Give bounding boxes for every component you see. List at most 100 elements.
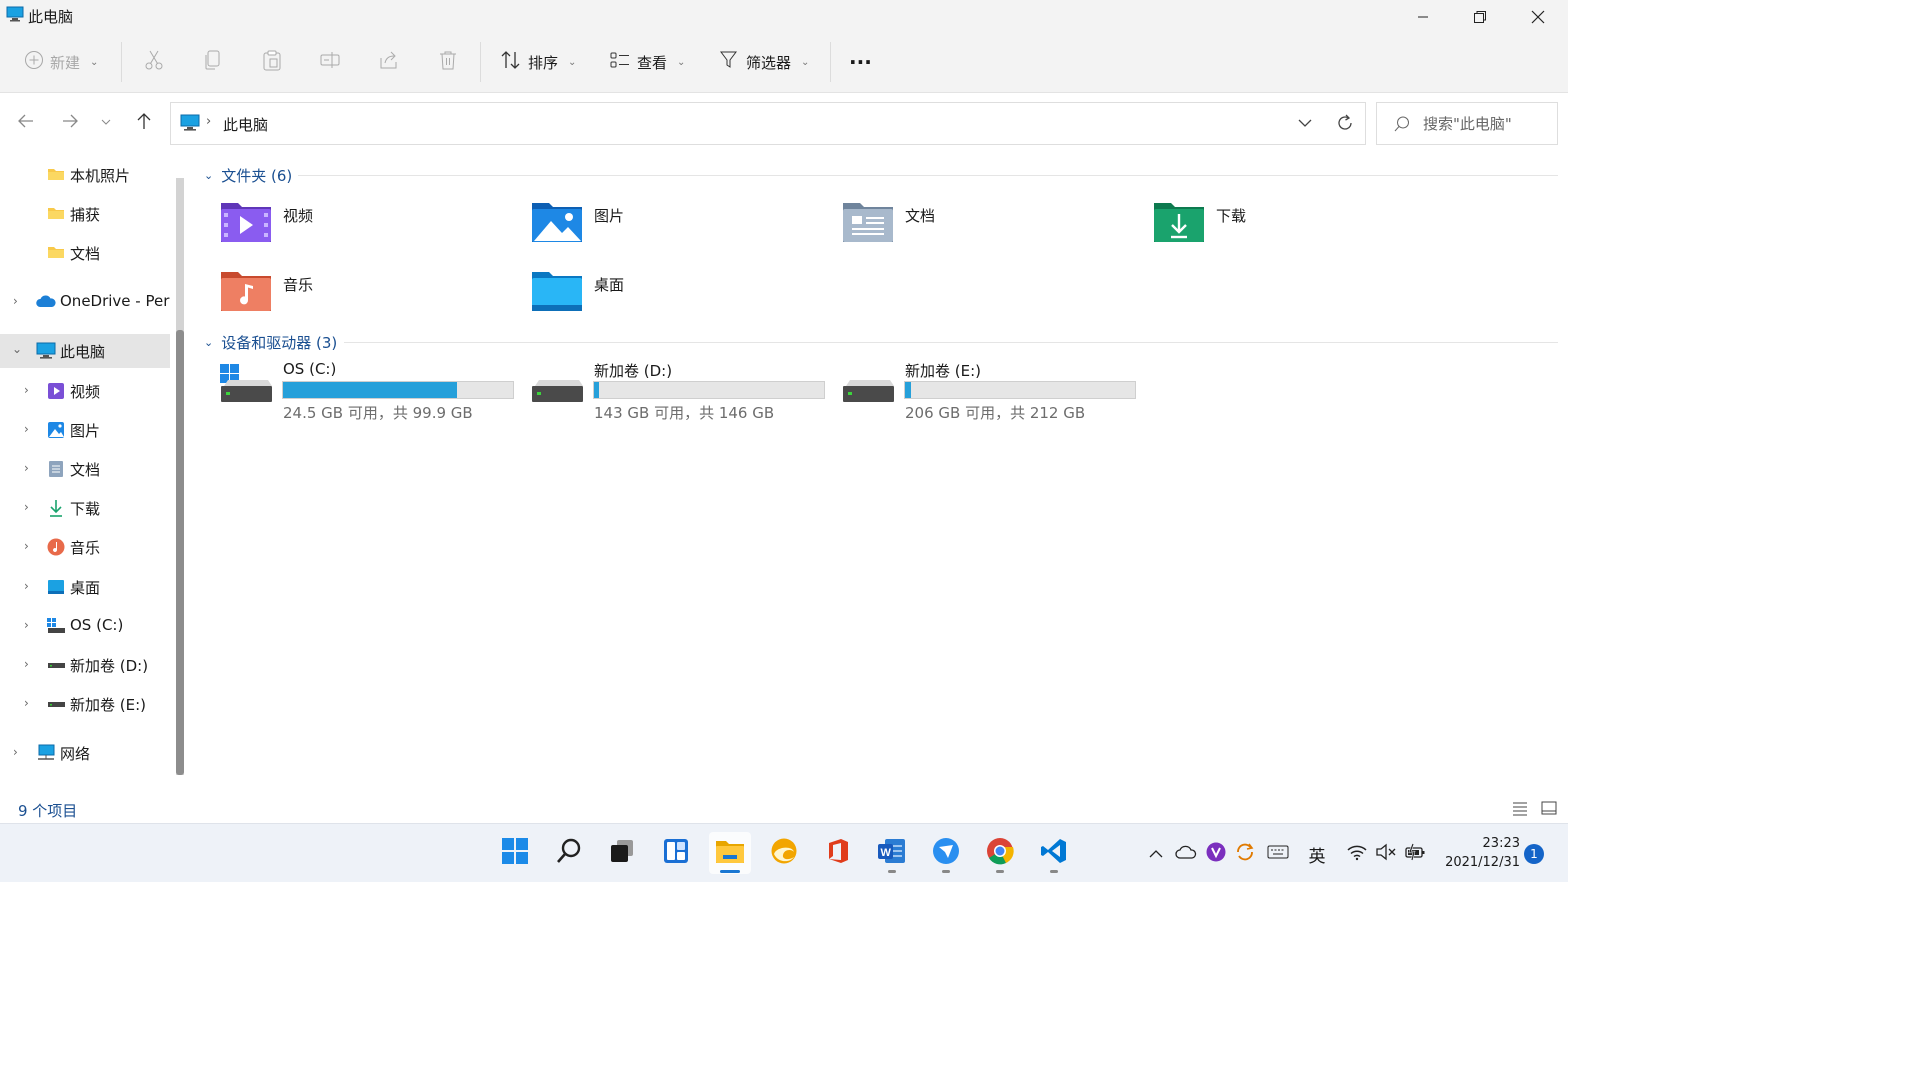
address-history-button[interactable] (1297, 115, 1313, 135)
tray-wifi[interactable] (1345, 842, 1369, 866)
refresh-button[interactable] (1335, 113, 1355, 137)
taskbar-vscode[interactable] (1033, 832, 1075, 874)
drives-group-header[interactable]: ⌄ 设备和驱动器 (3) (204, 332, 337, 353)
tray-volume[interactable] (1374, 842, 1398, 866)
cut-button[interactable] (143, 49, 165, 75)
more-button[interactable]: ··· (849, 49, 872, 75)
folder-tile-desktop[interactable]: 桌面 (531, 268, 831, 324)
sidebar-item-photos[interactable]: 本机照片 (0, 158, 170, 192)
task-view-button[interactable] (601, 832, 643, 874)
taskbar-edge[interactable] (763, 832, 805, 874)
drive-icon (47, 656, 65, 674)
tiles-view-button[interactable] (1540, 800, 1558, 820)
folder-tile-downloads[interactable]: 下载 (1153, 199, 1453, 255)
status-bar: 9 个项目 (0, 795, 1568, 823)
drive-tile-d[interactable]: 新加卷 (D:) 143 GB 可用，共 146 GB (531, 360, 831, 422)
sidebar-item-pictures[interactable]: › 图片 (0, 413, 170, 447)
sort-button[interactable]: 排序 ⌄ (500, 49, 576, 75)
breadcrumb-item[interactable]: 此电脑 (223, 114, 268, 135)
up-button[interactable] (132, 111, 156, 135)
sidebar-item-documents-folder[interactable]: 文档 (0, 236, 170, 270)
sidebar-item-videos[interactable]: › 视频 (0, 374, 170, 408)
search-taskbar-button[interactable] (548, 832, 590, 874)
sidebar-item-drive-e[interactable]: › 新加卷 (E:) (0, 687, 170, 721)
drive-tile-e[interactable]: 新加卷 (E:) 206 GB 可用，共 212 GB (842, 360, 1142, 422)
chevron-right-icon[interactable]: › (24, 579, 29, 593)
tray-keyboard[interactable] (1266, 842, 1290, 866)
restore-button[interactable] (1457, 4, 1503, 30)
taskbar-file-explorer[interactable] (709, 832, 751, 874)
documents-icon (47, 460, 65, 478)
tray-sync[interactable] (1233, 842, 1257, 866)
back-button[interactable] (14, 111, 38, 135)
chevron-right-icon[interactable]: › (24, 618, 29, 632)
drive-icon (47, 695, 65, 713)
sidebar-item-network[interactable]: › 网络 (0, 736, 170, 770)
folder-icon (47, 244, 65, 262)
taskbar-clock[interactable]: 23:23 2021/12/31 (1440, 834, 1520, 872)
folder-tile-documents[interactable]: 文档 (842, 199, 1142, 255)
drive-name: 新加卷 (E:) (905, 362, 982, 380)
chevron-right-icon[interactable]: › (24, 383, 29, 397)
view-button[interactable]: 查看 ⌄ (609, 49, 685, 75)
sidebar-item-this-pc[interactable]: ⌄ 此电脑 (0, 334, 170, 368)
taskbar: W 英 23:23 2021/12/31 1 (0, 823, 1568, 882)
start-button[interactable] (494, 832, 536, 874)
file-explorer-icon (715, 837, 745, 869)
tray-app[interactable] (1204, 842, 1228, 866)
taskbar-feishu[interactable] (925, 832, 967, 874)
close-button[interactable] (1515, 4, 1561, 30)
search-box[interactable] (1376, 102, 1558, 145)
chevron-right-icon[interactable]: › (24, 539, 29, 553)
search-input[interactable] (1423, 113, 1549, 135)
chevron-right-icon[interactable]: › (24, 422, 29, 436)
minimize-button[interactable] (1400, 4, 1446, 30)
chevron-down-icon[interactable]: ⌄ (12, 342, 22, 356)
chevron-right-icon[interactable]: › (24, 461, 29, 475)
folder-name: 图片 (594, 207, 625, 225)
folder-tile-videos[interactable]: 视频 (220, 199, 520, 255)
rename-button[interactable] (319, 49, 341, 75)
chevron-right-icon[interactable]: › (24, 657, 29, 671)
sidebar-item-music[interactable]: › 音乐 (0, 530, 170, 564)
sidebar-item-drive-d[interactable]: › 新加卷 (D:) (0, 648, 170, 682)
chevron-right-icon[interactable]: › (24, 696, 29, 710)
filter-button[interactable]: 筛选器 ⌄ (718, 49, 809, 75)
divider (480, 42, 481, 82)
recent-locations-button[interactable] (94, 111, 118, 135)
chevron-right-icon[interactable]: › (13, 294, 18, 308)
paste-button[interactable] (261, 49, 283, 75)
folder-tile-music[interactable]: 音乐 (220, 268, 520, 324)
show-hidden-icons-button[interactable] (1146, 842, 1166, 866)
new-button[interactable]: 新建 ⌄ (24, 49, 98, 75)
address-bar[interactable]: › 此电脑 (170, 102, 1366, 145)
sidebar-item-documents[interactable]: › 文档 (0, 452, 170, 486)
sidebar-item-desktop[interactable]: › 桌面 (0, 570, 170, 604)
taskbar-chrome[interactable] (979, 832, 1021, 874)
share-button[interactable] (378, 49, 400, 75)
chevron-right-icon[interactable]: › (24, 500, 29, 514)
drive-tile-c[interactable]: OS (C:) 24.5 GB 可用，共 99.9 GB (220, 360, 520, 422)
chevron-right-icon[interactable]: › (13, 745, 18, 759)
sidebar-item-downloads[interactable]: › 下载 (0, 491, 170, 525)
tray-ime[interactable]: 英 (1304, 842, 1330, 867)
taskbar-office[interactable] (817, 832, 859, 874)
sidebar-scroll-thumb[interactable] (176, 330, 184, 775)
delete-button[interactable] (437, 49, 459, 75)
sidebar-item-onedrive[interactable]: › OneDrive - Personal (0, 285, 170, 319)
edge-icon (770, 837, 798, 869)
forward-button[interactable] (58, 111, 82, 135)
copy-button[interactable] (202, 49, 224, 75)
tray-onedrive[interactable] (1174, 842, 1198, 866)
folder-tile-pictures[interactable]: 图片 (531, 199, 831, 255)
details-view-button[interactable] (1511, 800, 1529, 820)
command-bar: 新建 ⌄ 排序 ⌄ 查看 ⌄ 筛选器 ⌄ ··· (0, 32, 1568, 93)
notification-badge[interactable]: 1 (1524, 844, 1544, 864)
sidebar-item-drive-c[interactable]: › OS (C:) (0, 609, 170, 643)
tray-battery[interactable] (1403, 842, 1427, 866)
folders-group-header[interactable]: ⌄ 文件夹 (6) (204, 165, 292, 186)
computer-icon (36, 342, 56, 360)
sidebar-item-captures[interactable]: 捕获 (0, 197, 170, 231)
widgets-button[interactable] (655, 832, 697, 874)
taskbar-word[interactable]: W (871, 832, 913, 874)
